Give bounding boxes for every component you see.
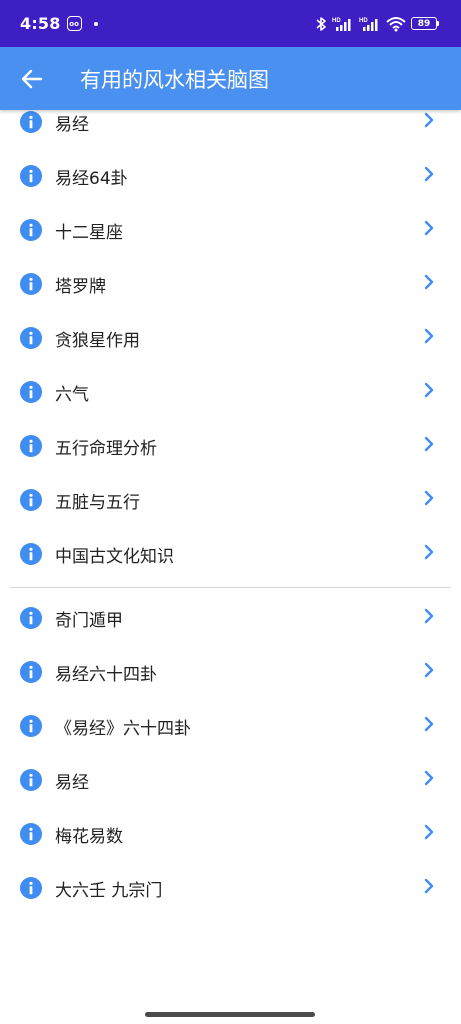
info-icon bbox=[20, 165, 42, 187]
info-icon bbox=[20, 769, 42, 791]
chevron-right-icon bbox=[423, 544, 435, 564]
info-icon bbox=[20, 607, 42, 629]
info-icon bbox=[20, 715, 42, 737]
chevron-right-icon bbox=[423, 662, 435, 682]
list-item[interactable]: 易经64卦 bbox=[0, 149, 461, 203]
list-item[interactable]: 五脏与五行 bbox=[0, 473, 461, 527]
list-item[interactable]: 易经 bbox=[0, 753, 461, 807]
battery-icon: 89 bbox=[411, 17, 439, 30]
list-item[interactable]: 塔罗牌 bbox=[0, 257, 461, 311]
status-bar: 4:58 oo HD HD 89 bbox=[0, 0, 461, 47]
list-item-label: 易经六十四卦 bbox=[55, 664, 157, 685]
list-item-label: 十二星座 bbox=[55, 222, 123, 243]
notification-app-icon: oo bbox=[66, 16, 82, 31]
chevron-right-icon bbox=[423, 770, 435, 790]
chevron-right-icon bbox=[423, 436, 435, 456]
status-time: 4:58 bbox=[20, 14, 61, 33]
chevron-right-icon bbox=[423, 490, 435, 510]
list-item[interactable]: 易经六十四卦 bbox=[0, 645, 461, 699]
info-icon bbox=[20, 111, 42, 133]
list-item[interactable]: 十二星座 bbox=[0, 203, 461, 257]
list-item-label: 大六壬 九宗门 bbox=[55, 880, 163, 901]
info-icon bbox=[20, 219, 42, 241]
list-group-2: 奇门遁甲易经六十四卦《易经》六十四卦 易经梅花易数大六壬 九宗门 bbox=[0, 591, 461, 915]
list-item[interactable]: 五行命理分析 bbox=[0, 419, 461, 473]
list-item[interactable]: 贪狼星作用 bbox=[0, 311, 461, 365]
list-item[interactable]: 六气 bbox=[0, 365, 461, 419]
info-icon bbox=[20, 823, 42, 845]
signal-icon-2: HD bbox=[359, 18, 378, 31]
chevron-right-icon bbox=[423, 824, 435, 844]
info-icon bbox=[20, 489, 42, 511]
chevron-right-icon bbox=[423, 112, 435, 132]
list-item-label: 易经 bbox=[55, 114, 89, 135]
divider bbox=[10, 587, 451, 588]
battery-level: 89 bbox=[411, 17, 437, 30]
list-item-label: 《易经》六十四卦 bbox=[55, 718, 191, 739]
chevron-right-icon bbox=[423, 608, 435, 628]
chevron-right-icon bbox=[423, 716, 435, 736]
wifi-icon bbox=[386, 16, 406, 31]
list-item-label: 五脏与五行 bbox=[55, 492, 140, 513]
list-item[interactable]: 奇门遁甲 bbox=[0, 591, 461, 645]
page-title: 有用的风水相关脑图 bbox=[80, 67, 269, 92]
signal-icon: HD bbox=[332, 18, 351, 31]
list-item-label: 易经64卦 bbox=[55, 168, 128, 189]
info-icon bbox=[20, 381, 42, 403]
chevron-right-icon bbox=[423, 274, 435, 294]
list-item-label: 六气 bbox=[55, 384, 89, 405]
home-indicator[interactable] bbox=[145, 1012, 315, 1017]
bluetooth-icon bbox=[316, 16, 326, 31]
list-item-label: 五行命理分析 bbox=[55, 438, 157, 459]
list-item[interactable]: 梅花易数 bbox=[0, 807, 461, 861]
info-icon bbox=[20, 273, 42, 295]
app-bar: 有用的风水相关脑图 bbox=[0, 47, 461, 110]
chevron-right-icon bbox=[423, 328, 435, 348]
back-button[interactable] bbox=[0, 47, 64, 110]
info-icon bbox=[20, 327, 42, 349]
list-item-label: 塔罗牌 bbox=[55, 276, 106, 297]
info-icon bbox=[20, 435, 42, 457]
list-item[interactable]: 中国古文化知识 bbox=[0, 527, 461, 581]
mindmap-list: 易经 易经64卦 十二星座 塔罗牌 贪狼星作用 六气 五行命理分析 五脏与五行 中国古文化知识 … bbox=[0, 95, 461, 915]
arrow-left-icon bbox=[21, 69, 43, 88]
list-item[interactable]: 《易经》六十四卦 bbox=[0, 699, 461, 753]
info-icon bbox=[20, 661, 42, 683]
list-item-label: 贪狼星作用 bbox=[55, 330, 140, 351]
notification-dot-icon bbox=[93, 21, 98, 26]
chevron-right-icon bbox=[423, 166, 435, 186]
list-item-label: 易经 bbox=[55, 772, 89, 793]
list-item-label: 中国古文化知识 bbox=[55, 546, 174, 567]
list-item-label: 梅花易数 bbox=[55, 826, 123, 847]
info-icon bbox=[20, 543, 42, 565]
info-icon bbox=[20, 877, 42, 899]
list-group-1: 易经易经64卦十二星座塔罗牌贪狼星作用六气五行命理分析 五脏与五行中国古文化知识 bbox=[0, 95, 461, 581]
chevron-right-icon bbox=[423, 220, 435, 240]
svg-text:HD: HD bbox=[332, 18, 341, 24]
chevron-right-icon bbox=[423, 382, 435, 402]
list-item-label: 奇门遁甲 bbox=[55, 610, 123, 631]
list-item[interactable]: 大六壬 九宗门 bbox=[0, 861, 461, 915]
chevron-right-icon bbox=[423, 878, 435, 898]
svg-text:HD: HD bbox=[359, 18, 368, 24]
